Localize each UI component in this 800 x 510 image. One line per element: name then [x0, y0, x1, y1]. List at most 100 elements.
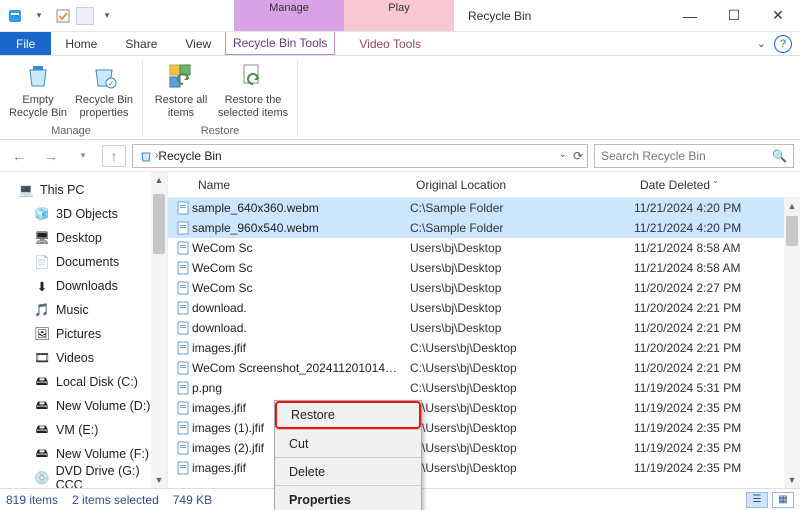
app-icon[interactable] [4, 5, 26, 27]
nav-up-button[interactable]: ↑ [102, 145, 126, 167]
restore-selected-button[interactable]: Restore the selected items [217, 60, 289, 123]
nav-dvd-drive-g[interactable]: 💿DVD Drive (G:) CCC [0, 466, 167, 488]
qat-checkbox[interactable] [52, 5, 74, 27]
table-row[interactable]: images (2).jfifC:\Users\bj\Desktop11/19/… [168, 438, 800, 458]
scroll-thumb[interactable] [153, 194, 165, 254]
cell-date: 11/19/2024 2:35 PM [634, 401, 800, 415]
table-row[interactable]: images.jfifC:\Users\bj\Desktop11/20/2024… [168, 338, 800, 358]
recycle-bin-properties-button[interactable]: ✓ Recycle Bin properties [74, 60, 134, 123]
table-row[interactable]: download.Users\bj\Desktop11/20/2024 2:21… [168, 318, 800, 338]
restore-all-label: Restore all items [151, 94, 211, 119]
drive-icon: 🖴 [34, 444, 50, 465]
ribbon-collapse-icon[interactable]: ⌄ [757, 37, 766, 50]
contextual-tab-manage[interactable]: Manage [234, 0, 344, 31]
drive-icon: 🖴 [34, 420, 50, 441]
nav-new-volume-d[interactable]: 🖴New Volume (D:) [0, 394, 167, 418]
nav-documents[interactable]: 📄Documents [0, 250, 167, 274]
contextual-tab-play[interactable]: Play [344, 0, 454, 31]
cell-date: 11/21/2024 8:58 AM [634, 241, 800, 255]
nav-local-disk-c[interactable]: 🖴Local Disk (C:) [0, 370, 167, 394]
tab-share[interactable]: Share [111, 32, 171, 55]
nav-pictures[interactable]: 🖼Pictures [0, 322, 167, 346]
nav-vm-e[interactable]: 🖴VM (E:) [0, 418, 167, 442]
nav-3d-objects[interactable]: 🧊3D Objects [0, 202, 167, 226]
qat-dropdown-1[interactable]: ▾ [28, 5, 50, 27]
restore-selected-label: Restore the selected items [217, 94, 289, 119]
refresh-icon[interactable]: ⟳ [573, 149, 583, 163]
minimize-button[interactable]: ― [668, 0, 712, 31]
close-button[interactable]: ✕ [756, 0, 800, 31]
status-item-count: 819 items [6, 493, 58, 507]
qat-doc-icon[interactable] [76, 7, 94, 25]
videos-icon: 🎞 [34, 351, 50, 366]
group-label-restore: Restore [201, 123, 240, 137]
tab-video-tools[interactable]: Video Tools [335, 32, 445, 55]
address-dropdown-icon[interactable]: ⌄ [559, 149, 567, 163]
context-menu-restore[interactable]: Restore [275, 401, 421, 429]
file-icon [174, 441, 192, 455]
scroll-up-icon[interactable]: ▲ [151, 172, 167, 188]
table-row[interactable]: images.jfifC:\Users\bj\Desktop11/19/2024… [168, 398, 800, 418]
help-icon[interactable]: ? [774, 35, 792, 53]
group-label-manage: Manage [51, 123, 91, 137]
table-row[interactable]: images.jfifC:\Users\bj\Desktop11/19/2024… [168, 458, 800, 478]
qat-dropdown-2[interactable]: ▾ [96, 5, 118, 27]
table-row[interactable]: sample_640x360.webmC:\Sample Folder11/21… [168, 198, 800, 218]
context-menu-properties[interactable]: Properties [275, 485, 421, 510]
files-scrollbar[interactable]: ▲ ▼ [784, 198, 800, 488]
svg-text:✓: ✓ [108, 79, 115, 88]
table-row[interactable]: WeCom ScUsers\bj\Desktop11/21/2024 8:58 … [168, 238, 800, 258]
table-row[interactable]: images (1).jfifC:\Users\bj\Desktop11/19/… [168, 418, 800, 438]
recycle-bin-properties-icon: ✓ [88, 60, 120, 92]
nav-this-pc[interactable]: 💻This PC [0, 178, 167, 202]
column-name[interactable]: Name [192, 178, 410, 192]
nav-videos[interactable]: 🎞Videos [0, 346, 167, 370]
cell-date: 11/20/2024 2:21 PM [634, 321, 800, 335]
nav-downloads[interactable]: ⬇Downloads [0, 274, 167, 298]
nav-recent-dropdown[interactable]: ▾ [70, 143, 96, 169]
empty-recycle-bin-label: Empty Recycle Bin [8, 94, 68, 119]
view-details-button[interactable]: ☰ [746, 492, 768, 508]
ribbon: Empty Recycle Bin ✓ Recycle Bin properti… [0, 56, 800, 140]
table-row[interactable]: WeCom ScUsers\bj\Desktop11/20/2024 2:27 … [168, 278, 800, 298]
scroll-thumb[interactable] [786, 216, 798, 246]
table-row[interactable]: p.pngC:\Users\bj\Desktop11/19/2024 5:31 … [168, 378, 800, 398]
tab-recycle-bin-tools[interactable]: Recycle Bin Tools [225, 32, 335, 55]
table-row[interactable]: download.Users\bj\Desktop11/20/2024 2:21… [168, 298, 800, 318]
search-icon[interactable]: 🔍 [772, 149, 787, 163]
restore-all-button[interactable]: Restore all items [151, 60, 211, 123]
documents-icon: 📄 [34, 255, 50, 270]
context-menu-delete[interactable]: Delete [275, 457, 421, 485]
cell-location: Users\bj\Desktop [410, 241, 634, 255]
nav-desktop[interactable]: 🖥Desktop [0, 226, 167, 250]
address-bar[interactable]: › Recycle Bin ⌄ ⟳ [132, 144, 588, 168]
empty-recycle-bin-button[interactable]: Empty Recycle Bin [8, 60, 68, 123]
column-original-location[interactable]: Original Location [410, 178, 634, 192]
table-row[interactable]: WeCom ScUsers\bj\Desktop11/21/2024 8:58 … [168, 258, 800, 278]
view-large-icons-button[interactable]: ▦ [772, 492, 794, 508]
drive-icon: 🖴 [34, 396, 50, 417]
scroll-down-icon[interactable]: ▼ [784, 472, 800, 488]
nav-scrollbar[interactable]: ▲ ▼ [151, 172, 167, 488]
tab-view[interactable]: View [171, 32, 225, 55]
cell-name: sample_640x360.webm [192, 201, 410, 215]
maximize-button[interactable]: ☐ [712, 0, 756, 31]
table-row[interactable]: sample_960x540.webmC:\Sample Folder11/21… [168, 218, 800, 238]
nav-music[interactable]: 🎵Music [0, 298, 167, 322]
nav-back-button[interactable]: ← [6, 143, 32, 169]
cell-name: WeCom Sc [192, 281, 410, 295]
quick-access-toolbar: ▾ ▾ [0, 0, 122, 31]
search-input[interactable]: Search Recycle Bin 🔍 [594, 144, 794, 168]
nav-new-volume-f[interactable]: 🖴New Volume (F:) [0, 442, 167, 466]
file-list: sample_640x360.webmC:\Sample Folder11/21… [168, 198, 800, 478]
cell-location: C:\Users\bj\Desktop [410, 401, 634, 415]
context-menu-cut[interactable]: Cut [275, 429, 421, 457]
breadcrumb[interactable]: Recycle Bin [158, 149, 221, 163]
tab-file[interactable]: File [0, 32, 51, 55]
column-date-deleted[interactable]: Date Deleted⌄ [634, 178, 800, 192]
scroll-up-icon[interactable]: ▲ [784, 198, 800, 214]
nav-forward-button[interactable]: → [38, 143, 64, 169]
scroll-down-icon[interactable]: ▼ [151, 472, 167, 488]
tab-home[interactable]: Home [51, 32, 111, 55]
table-row[interactable]: WeCom Screenshot_202411201014…C:\Users\b… [168, 358, 800, 378]
